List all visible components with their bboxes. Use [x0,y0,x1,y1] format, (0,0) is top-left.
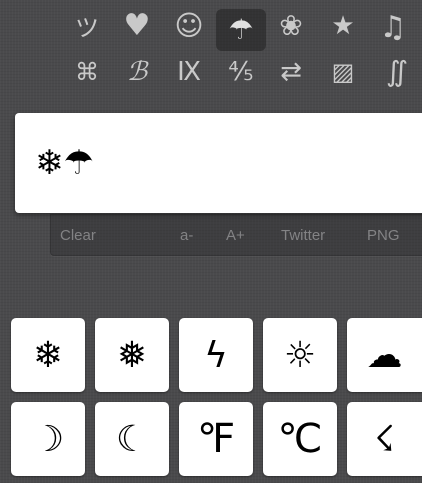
decrease-size-button[interactable]: a- [180,214,193,256]
fahrenheit-symbol: ℉ [196,416,236,462]
category-command[interactable]: ⌘ [64,52,110,92]
category-smiley-face[interactable]: ☺ [166,6,212,46]
star-icon: ★ [331,11,355,41]
category-shapes[interactable]: ▨ [320,52,366,92]
symbol-tile-first-quarter-moon[interactable]: ☽ [11,402,85,476]
script-b-icon: ℬ [126,57,148,87]
symbol-tile-last-quarter-moon[interactable]: ☾ [95,402,169,476]
flower-icon: ❀ [279,9,303,42]
symbol-tile-tight-snowflake[interactable]: ❅ [95,318,169,392]
arrows-icon: ⇄ [280,57,302,87]
symbol-tile-cloud[interactable]: ☁ [347,318,422,392]
roman-numeral-icon: Ⅸ [177,57,201,87]
symbol-tile-lightning-bolt[interactable]: ☇ [347,402,422,476]
hatched-square-icon: ▨ [331,58,355,86]
first-quarter-moon-symbol: ☽ [31,418,65,460]
snowflake-symbol: ❄ [32,334,64,376]
celsius-symbol: ℃ [277,416,323,462]
command-icon: ⌘ [75,58,99,86]
category-fractions[interactable]: ⅘ [218,52,264,92]
double-integral-icon: ∬ [385,55,409,88]
smiley-face-icon: ☺ [174,9,204,42]
heart-icon: ♥ [123,8,151,43]
lightning-symbol: ϟ [204,334,228,376]
category-heart[interactable]: ♥ [114,6,160,46]
category-umbrella[interactable]: ☂ [216,9,266,51]
clear-button[interactable]: Clear [60,214,96,256]
category-script-letters[interactable]: ℬ [114,52,160,92]
category-star[interactable]: ★ [320,6,366,46]
symbol-tile-celsius[interactable]: ℃ [263,402,337,476]
editor-toolbar: Clear a- A+ Twitter PNG [50,214,422,256]
fraction-icon: ⅘ [228,57,254,87]
last-quarter-moon-symbol: ☾ [115,418,149,460]
symbol-tile-lightning[interactable]: ϟ [179,318,253,392]
category-roman-numerals[interactable]: Ⅸ [166,52,212,92]
category-smiley-katakana[interactable]: ツ [64,8,110,48]
editor-content[interactable]: ❄☂ [35,143,94,183]
umbrella-icon: ☂ [228,13,254,46]
symbol-tile-snowflake[interactable]: ❄ [11,318,85,392]
music-note-icon: ♫ [379,10,407,45]
category-arrows[interactable]: ⇄ [268,52,314,92]
category-math[interactable]: ∬ [374,52,420,92]
category-music[interactable]: ♫ [370,8,416,48]
twitter-button[interactable]: Twitter [281,214,325,256]
increase-size-button[interactable]: A+ [226,214,245,256]
category-flower[interactable]: ❀ [268,6,314,46]
sun-symbol: ☼ [283,334,317,376]
symbol-tile-fahrenheit[interactable]: ℉ [179,402,253,476]
tight-snowflake-symbol: ❅ [116,334,148,376]
symbol-tile-sun[interactable]: ☼ [263,318,337,392]
lightning-bolt-symbol: ☇ [374,418,395,460]
smiley-katakana-icon: ツ [75,14,99,42]
png-button[interactable]: PNG [367,214,400,256]
text-editor[interactable]: ❄☂ [15,113,422,213]
cloud-symbol: ☁ [366,334,403,376]
